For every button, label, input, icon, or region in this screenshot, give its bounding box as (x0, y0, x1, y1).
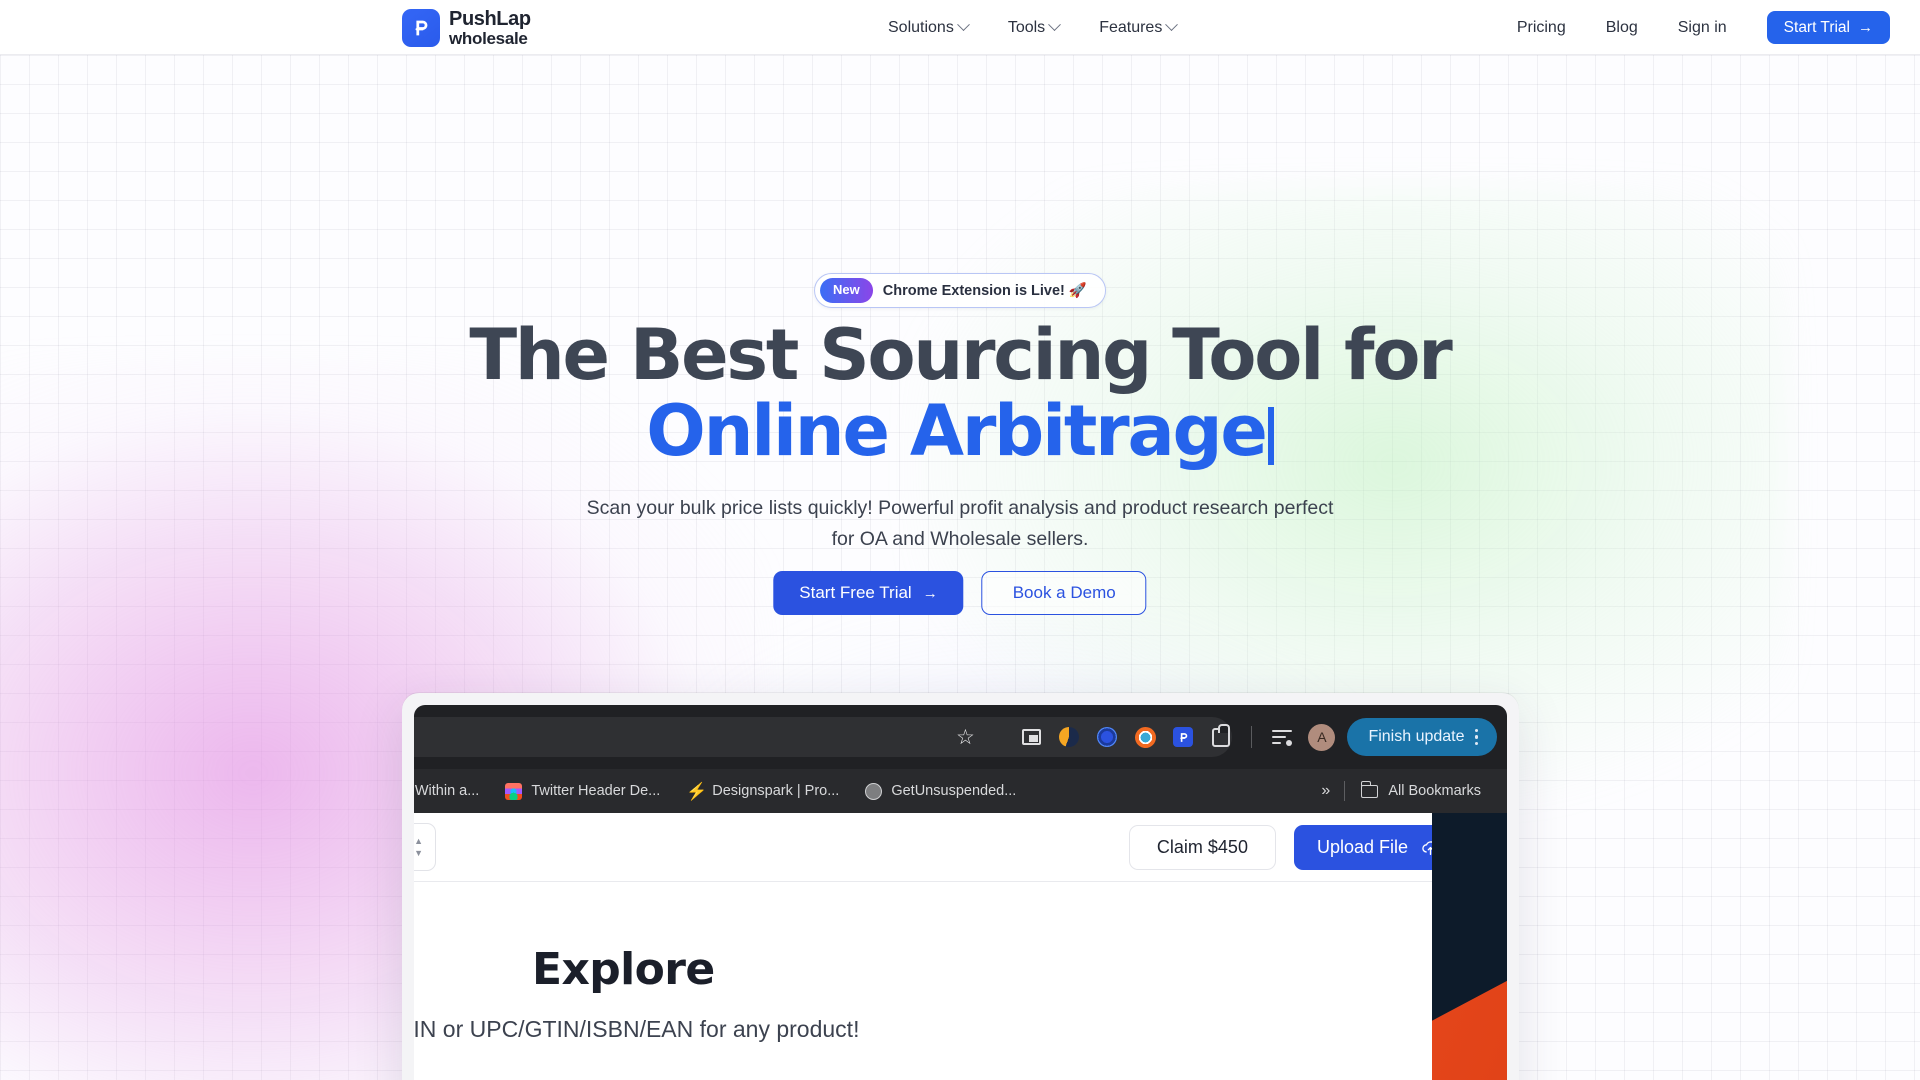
all-bookmarks-label: All Bookmarks (1388, 783, 1481, 799)
start-trial-label: Start Trial (1783, 18, 1850, 36)
toolbar-divider (1251, 726, 1253, 748)
browser-toolbar: ☆ A Finish update (414, 705, 1507, 769)
reading-list-icon[interactable] (1263, 718, 1301, 756)
picture-in-picture-icon[interactable] (1012, 718, 1050, 756)
badge-new-tag: New (820, 278, 873, 303)
chevron-down-icon (1165, 18, 1179, 32)
nav-item-sign-in[interactable]: Sign in (1658, 0, 1747, 55)
headline-line-2: Online Arbitrage (646, 390, 1268, 473)
headline-line-2-wrap: Online Arbitrage (0, 393, 1920, 469)
chrome-kebab-menu-icon[interactable] (1474, 728, 1478, 746)
stepper-arrows-icon: ▲ ▼ (414, 835, 423, 858)
nav-item-blog[interactable]: Blog (1586, 0, 1658, 55)
finish-update-button[interactable]: Finish update (1347, 718, 1497, 756)
bookmark-star-icon[interactable]: ☆ (946, 718, 984, 756)
brand-name-bottom: wholesale (449, 29, 528, 48)
bookmark-label: - Within a... (414, 783, 480, 799)
claim-button-label: Claim $450 (1156, 837, 1248, 857)
bookmark-item[interactable]: ⚡ Designspark | Pro... (673, 769, 852, 813)
folder-icon (1360, 781, 1379, 798)
bookmarks-bar: - Within a... Twitter Header De... ⚡ Des… (414, 769, 1507, 813)
explore-heading: Explore (532, 944, 715, 995)
headline-line-1: The Best Sourcing Tool for (469, 314, 1452, 396)
star-glyph: ☆ (956, 725, 975, 749)
bookmark-label: Designspark | Pro... (712, 783, 840, 799)
page-title: The Best Sourcing Tool for Online Arbitr… (0, 317, 1920, 470)
extensions-puzzle-icon[interactable] (1202, 718, 1240, 756)
hero-cta-group: Start Free Trial → Book a Demo (773, 571, 1147, 615)
nav-label: Solutions (888, 18, 954, 36)
bookmark-item[interactable]: GetUnsuspended... (852, 769, 1029, 813)
orange-extension-icon[interactable] (1126, 718, 1164, 756)
bookmark-label: GetUnsuspended... (891, 783, 1017, 799)
nav-label: Blog (1605, 18, 1638, 36)
bookmark-item[interactable]: Twitter Header De... (492, 769, 673, 813)
app-topbar: ▲ ▼ Claim $450 Upload File (414, 813, 1507, 882)
header-right-group: Pricing Blog Sign in Start Trial → (1497, 0, 1890, 55)
browser-window: ☆ A Finish update Within a... Twitter He… (414, 705, 1507, 1080)
book-a-demo-button[interactable]: Book a Demo (981, 571, 1147, 615)
site-header: PushLap wholesale Solutions Tools Featur… (0, 0, 1920, 55)
arrow-right-icon: → (1858, 19, 1873, 36)
bookmark-item[interactable]: - Within a... (414, 769, 492, 813)
pushlap-logo-icon (402, 9, 440, 47)
brand-name-top: PushLap (449, 8, 531, 30)
nav-label: Pricing (1516, 18, 1566, 36)
announcement-badge[interactable]: New Chrome Extension is Live! 🚀 (814, 273, 1106, 308)
upload-file-label: Upload File (1316, 837, 1408, 857)
bookmarks-overflow-icon[interactable]: » (1307, 782, 1344, 800)
finish-update-label: Finish update (1368, 728, 1465, 745)
nav-label: Tools (1007, 18, 1046, 36)
app-side-illustration (1432, 813, 1507, 1080)
avatar[interactable]: A (1308, 723, 1336, 751)
explore-subtext: an ASIN or UPC/GTIN/ISBN/EAN for any pro… (414, 1016, 860, 1042)
chevron-down-icon (956, 18, 970, 32)
app-viewport: ▲ ▼ Claim $450 Upload File Explore IN or… (414, 813, 1507, 1080)
badge-text: Chrome Extension is Live! 🚀 (882, 282, 1087, 299)
quantity-stepper[interactable]: ▲ ▼ (414, 823, 436, 871)
nav-item-features[interactable]: Features (1079, 0, 1196, 55)
toolbar-icon-group: ☆ A Finish update (946, 705, 1497, 769)
figma-icon (505, 782, 523, 800)
lightning-icon: ⚡ (686, 781, 708, 801)
pushlap-extension-icon[interactable] (1164, 718, 1202, 756)
bookmarks-bar-right: » All Bookmarks (1307, 769, 1493, 813)
start-free-trial-button[interactable]: Start Free Trial → (773, 571, 964, 615)
nav-item-tools[interactable]: Tools (988, 0, 1079, 55)
arrow-right-icon: → (922, 584, 938, 602)
browser-mockup: ☆ A Finish update Within a... Twitter He… (402, 693, 1519, 1080)
nav-item-solutions[interactable]: Solutions (868, 0, 988, 55)
nav-item-pricing[interactable]: Pricing (1497, 0, 1586, 55)
book-a-demo-label: Book a Demo (1012, 583, 1116, 602)
main-navigation: Solutions Tools Features (868, 0, 1196, 55)
brand-logo[interactable]: PushLap wholesale (402, 9, 531, 47)
app-action-group: Claim $450 Upload File (1128, 825, 1463, 870)
chevron-down-icon (1048, 18, 1062, 32)
bookmark-label: Twitter Header De... (531, 783, 661, 799)
hero-subtitle: Scan your bulk price lists quickly! Powe… (586, 497, 1334, 550)
start-trial-button[interactable]: Start Trial → (1766, 11, 1890, 44)
claim-button[interactable]: Claim $450 (1128, 825, 1276, 870)
all-bookmarks-button[interactable]: All Bookmarks (1345, 781, 1493, 799)
typing-caret-icon (1267, 407, 1274, 466)
start-free-trial-label: Start Free Trial (799, 583, 912, 602)
blue-extension-icon[interactable] (1088, 718, 1126, 756)
nav-label: Sign in (1677, 18, 1727, 36)
globe-icon (865, 782, 883, 800)
hero-section: New Chrome Extension is Live! 🚀 The Best… (0, 55, 1920, 1080)
nav-label: Features (1099, 18, 1163, 36)
grammarly-extension-icon[interactable] (1050, 718, 1088, 756)
